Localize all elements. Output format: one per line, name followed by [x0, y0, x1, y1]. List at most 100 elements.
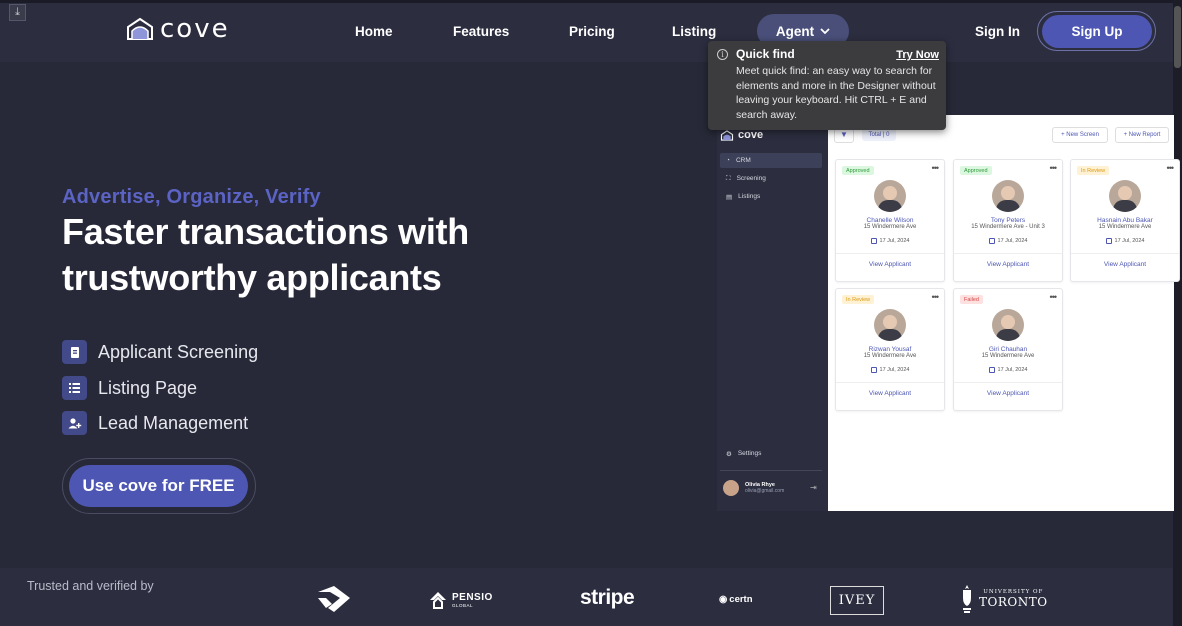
partner-logo-ivey: IVEY — [830, 586, 884, 615]
view-applicant-link[interactable]: View Applicant — [954, 261, 1062, 268]
nav-listing[interactable]: Listing — [672, 24, 716, 39]
calendar-icon — [1105, 238, 1112, 244]
logout-icon[interactable]: ⇥ — [810, 483, 817, 492]
view-applicant-link[interactable]: View Applicant — [954, 390, 1062, 397]
user-add-icon — [62, 411, 87, 435]
dashboard-logo-text: cove — [738, 129, 764, 141]
sidebar-user[interactable]: Olivia Rhye olivia@gmail.com — [723, 480, 784, 496]
applicant-date: 17 Jul, 2024 — [954, 238, 1062, 244]
pensio-name: PENSIO — [452, 592, 493, 603]
card-divider — [954, 382, 1062, 383]
nav-home[interactable]: Home — [355, 24, 393, 39]
sign-up-button[interactable]: Sign Up — [1042, 15, 1152, 48]
view-applicant-link[interactable]: View Applicant — [836, 261, 944, 268]
user-email: olivia@gmail.com — [745, 488, 785, 494]
sign-in-link[interactable]: Sign In — [975, 24, 1020, 39]
sidebar-item-label: CRM — [735, 157, 751, 164]
nav-agent-label: Agent — [775, 23, 815, 39]
feature-lead-management: Lead Management — [62, 411, 248, 435]
applicant-card[interactable]: In Review ••• Hasnain Abu Bakar 15 Winderme… — [1070, 159, 1180, 282]
sidebar-item-label: Screening — [736, 175, 766, 182]
new-report-button[interactable]: + New Report — [1115, 127, 1169, 143]
calendar-icon — [988, 238, 995, 244]
view-applicant-link[interactable]: View Applicant — [836, 390, 944, 397]
sidebar-item-screening[interactable]: ⛶ Screening — [720, 171, 822, 186]
document-icon — [62, 340, 87, 364]
more-options-icon[interactable]: ••• — [932, 163, 940, 173]
feature-applicant-screening: Applicant Screening — [62, 340, 258, 364]
applicant-date: 17 Jul, 2024 — [954, 367, 1062, 373]
filter-icon: ▼ — [840, 130, 848, 139]
sidebar-divider — [720, 470, 822, 471]
status-badge: Approved — [960, 166, 992, 175]
trusted-label: Trusted and verified by — [27, 579, 154, 593]
card-divider — [836, 382, 944, 383]
browser-top-strip — [0, 0, 1182, 3]
avatar — [723, 480, 739, 496]
applicant-name: Rizwan Yousaf — [868, 346, 912, 353]
pensio-sub: GLOBAL — [452, 603, 474, 608]
certn-name: certn — [729, 594, 753, 605]
date-label: 17 Jul, 2024 — [879, 238, 910, 244]
list-icon — [62, 376, 87, 400]
sidebar-item-settings[interactable]: ⚙ Settings — [720, 446, 822, 461]
new-screen-button[interactable]: + New Screen — [1052, 127, 1108, 143]
date-label: 17 Jul, 2024 — [879, 367, 910, 373]
status-badge: In Review — [1077, 166, 1110, 175]
sidebar-item-listings[interactable]: ▤ Listings — [720, 189, 822, 204]
feature-label: Applicant Screening — [98, 341, 259, 362]
house-icon — [720, 129, 734, 141]
gear-icon: ⚙ — [726, 450, 732, 458]
date-label: 17 Jul, 2024 — [997, 238, 1028, 244]
sidebar-item-label: Settings — [737, 450, 762, 457]
more-options-icon[interactable]: ••• — [932, 292, 940, 302]
certn-mark-icon: ◉ — [719, 594, 728, 605]
status-badge: Approved — [842, 166, 874, 175]
use-cove-free-button[interactable]: Use cove for FREE — [69, 465, 248, 507]
applicant-address: 15 Windermere Ave — [1098, 224, 1152, 230]
partner-logo-certn: ◉ certn — [719, 594, 753, 605]
applicant-avatar — [992, 180, 1024, 212]
applicant-address: 15 Windermere Ave - Unit 3 — [971, 224, 1045, 230]
quick-find-tooltip: i Quick find Try Now Meet quick find: an… — [708, 41, 946, 130]
card-divider — [1071, 253, 1179, 254]
hero-headline: Faster transactions with trustworthy app… — [62, 209, 469, 301]
applicant-name: Giri Chauhan — [988, 346, 1028, 353]
applicant-name: Hasnain Abu Bakar — [1097, 217, 1153, 224]
nav-features[interactable]: Features — [453, 24, 509, 39]
sidebar-item-label: Listings — [738, 193, 761, 200]
calendar-icon — [870, 238, 877, 244]
view-applicant-link[interactable]: View Applicant — [1071, 261, 1179, 268]
scrollbar[interactable] — [1173, 0, 1182, 626]
applicant-card[interactable]: Approved ••• Chanelle Wilson 15 Windermere … — [835, 159, 945, 282]
more-options-icon[interactable]: ••• — [1050, 292, 1058, 302]
date-label: 17 Jul, 2024 — [997, 367, 1028, 373]
more-options-icon[interactable]: ••• — [1167, 163, 1175, 173]
page: ⤓ cove Home Features Pricing Listing Age… — [0, 0, 1182, 626]
partner-logo-1 — [316, 584, 352, 614]
scan-icon: ⛶ — [726, 174, 731, 182]
headline-line-2: trustworthy applicants — [62, 257, 442, 298]
applicant-date: 17 Jul, 2024 — [836, 367, 944, 373]
chevron-down-icon — [820, 27, 830, 34]
chevron-stack-icon — [318, 586, 350, 612]
sidebar-item-crm[interactable]: ◔ CRM — [720, 153, 822, 168]
listing-icon: ▤ — [726, 193, 733, 201]
toronto-name: TORONTO — [979, 595, 1048, 609]
partner-logo-stripe: stripe — [580, 586, 635, 609]
ivey-name: IVEY — [838, 593, 876, 608]
applicant-avatar — [992, 309, 1024, 341]
nav-pricing[interactable]: Pricing — [569, 24, 615, 39]
applicant-card[interactable]: Approved ••• Tony Peters 15 Windermere Ave … — [953, 159, 1063, 282]
try-now-link[interactable]: Try Now — [896, 49, 939, 61]
more-options-icon[interactable]: ••• — [1050, 163, 1058, 173]
card-divider — [836, 253, 944, 254]
status-badge: In Review — [842, 295, 875, 304]
tooltip-body: Meet quick find: an easy way to search f… — [736, 65, 936, 121]
applicant-card[interactable]: Failed ••• Giri Chauhan 15 Windermere Ave 17… — [953, 288, 1063, 411]
pie-chart-icon: ◔ — [726, 157, 730, 164]
feature-listing-page: Listing Page — [62, 376, 197, 400]
applicant-address: 15 Windermere Ave — [981, 353, 1035, 359]
applicant-card[interactable]: In Review ••• Rizwan Yousaf 15 Windermere A… — [835, 288, 945, 411]
calendar-icon — [988, 367, 995, 373]
